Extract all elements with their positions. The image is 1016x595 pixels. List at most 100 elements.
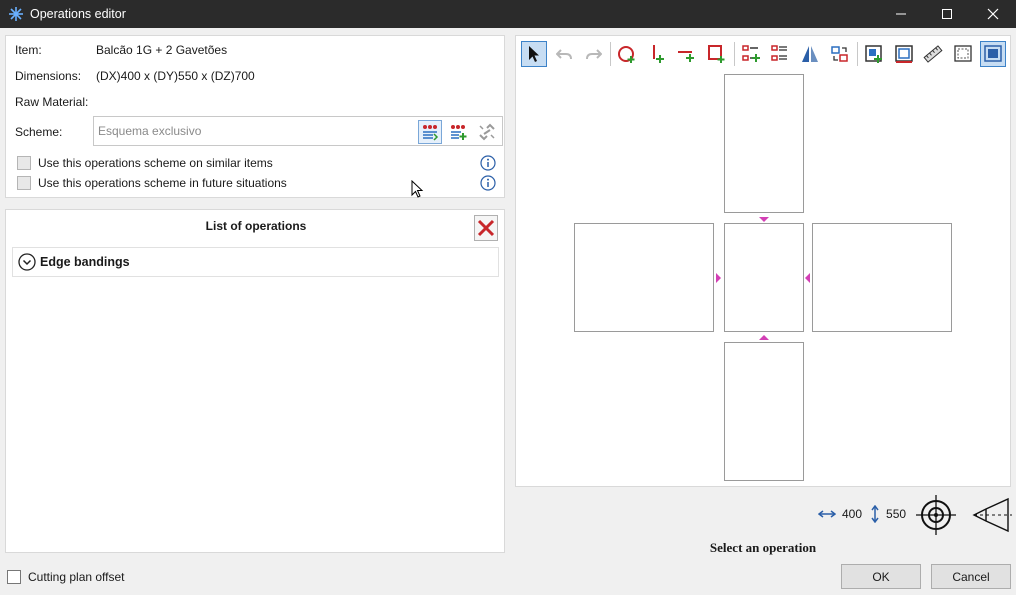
face-center[interactable] (724, 223, 804, 332)
operation-group-edge-bandings[interactable]: Edge bandings (12, 247, 499, 277)
chevron-down-icon[interactable] (18, 253, 36, 271)
minimize-icon (896, 13, 906, 15)
item-value: Balcão 1G + 2 Gavetões (96, 43, 228, 57)
panel-frame-button[interactable] (891, 41, 917, 67)
canvas-toolbar (521, 41, 1011, 67)
select-arrow-icon (529, 46, 539, 62)
item-label: Item: (15, 43, 42, 57)
ok-button[interactable]: OK (841, 564, 921, 589)
list-settings-button[interactable] (767, 41, 793, 67)
edge-marker-bottom (759, 335, 769, 340)
select-tool-button[interactable] (521, 41, 547, 67)
app-icon (8, 6, 24, 22)
undo-icon (555, 49, 572, 60)
height-value: 550 (886, 507, 907, 521)
add-circle-button[interactable] (614, 41, 640, 67)
info-icon[interactable] (480, 175, 496, 191)
scheme-label: Scheme: (15, 125, 63, 139)
future-situations-option[interactable]: Use this operations scheme in future sit… (17, 176, 287, 190)
face-bottom[interactable] (724, 342, 804, 481)
remove-operation-button[interactable] (474, 215, 498, 241)
more-tools-button[interactable] (1010, 41, 1011, 67)
horizontal-dimension-icon (818, 510, 836, 518)
status-message: Select an operation (709, 540, 817, 555)
fit-frame-icon (984, 45, 1002, 62)
dimensions-label: Dimensions: (15, 69, 82, 83)
dimensions-readout: 400 550 (818, 505, 906, 523)
add-list-icon (741, 45, 760, 62)
ruler-button[interactable] (920, 41, 946, 67)
add-horizontal-cut-button[interactable] (674, 41, 700, 67)
add-vertical-cut-icon (653, 45, 665, 63)
scheme-select-button[interactable] (418, 120, 442, 144)
perspective-icon[interactable] (972, 495, 1012, 535)
swap-faces-button[interactable] (827, 41, 853, 67)
swap-faces-icon (831, 46, 848, 62)
info-icon[interactable] (480, 155, 496, 171)
mirror-icon (802, 46, 819, 62)
maximize-icon (942, 9, 952, 19)
operations-title: List of operations (205, 219, 307, 233)
toolbar-separator (733, 42, 735, 66)
similar-items-option[interactable]: Use this operations scheme on similar it… (17, 156, 273, 170)
cutting-plan-checkbox[interactable] (7, 570, 21, 584)
operations-panel: List of operations Edge bandings (5, 209, 505, 553)
future-situations-checkbox[interactable] (17, 176, 31, 190)
red-x-icon (477, 219, 495, 237)
scheme-field (93, 116, 503, 146)
edge-marker-top (759, 217, 769, 222)
add-panel-icon (865, 45, 882, 63)
add-rectangle-icon (707, 45, 725, 63)
close-button[interactable] (970, 0, 1016, 28)
face-right[interactable] (812, 223, 952, 332)
scheme-add-button[interactable] (446, 120, 470, 144)
item-info-panel: Item: Balcão 1G + 2 Gavetões Dimensions:… (5, 35, 505, 198)
width-value: 400 (842, 507, 863, 521)
face-top[interactable] (724, 74, 804, 213)
cutting-plan-option[interactable]: Cutting plan offset (7, 570, 125, 584)
preview-canvas[interactable] (515, 35, 1011, 487)
future-situations-label: Use this operations scheme in future sit… (38, 176, 287, 190)
toolbar-separator (610, 42, 612, 66)
vertical-dimension-icon (871, 505, 879, 523)
add-horizontal-cut-icon (677, 51, 694, 62)
mirror-button[interactable] (797, 41, 823, 67)
fit-frame-button[interactable] (979, 41, 1006, 67)
window-title: Operations editor (30, 7, 126, 21)
add-panel-button[interactable] (861, 41, 887, 67)
redo-button[interactable] (581, 41, 607, 67)
minimize-button[interactable] (878, 0, 924, 28)
unlink-icon (479, 123, 495, 141)
add-circle-icon (618, 46, 635, 63)
scheme-list-icon (423, 125, 439, 141)
raw-material-label: Raw Material: (15, 95, 89, 109)
mouse-cursor-icon (411, 180, 424, 198)
add-list-button[interactable] (738, 41, 764, 67)
add-vertical-cut-button[interactable] (644, 41, 670, 67)
dashed-frame-icon (954, 45, 972, 62)
crosshair-icon[interactable] (916, 495, 956, 535)
cancel-button[interactable]: Cancel (931, 564, 1011, 589)
scheme-input[interactable] (94, 117, 414, 145)
toolbar-separator (856, 42, 858, 66)
scheme-add-icon (451, 125, 467, 140)
undo-button[interactable] (551, 41, 577, 67)
similar-items-label: Use this operations scheme on similar it… (38, 156, 273, 170)
maximize-button[interactable] (924, 0, 970, 28)
dimensions-value: (DX)400 x (DY)550 x (DZ)700 (96, 69, 255, 83)
scheme-unlink-button[interactable] (475, 120, 499, 144)
similar-items-checkbox[interactable] (17, 156, 31, 170)
dashed-frame-button[interactable] (950, 41, 976, 67)
cutting-plan-label: Cutting plan offset (28, 570, 125, 584)
close-icon (987, 8, 999, 20)
title-bar: Operations editor (0, 0, 1016, 28)
add-rectangle-button[interactable] (704, 41, 730, 67)
face-left[interactable] (574, 223, 714, 332)
edge-marker-right (805, 273, 810, 283)
ruler-icon (923, 45, 943, 63)
panel-frame-icon (894, 45, 913, 63)
operation-group-label: Edge bandings (40, 255, 130, 269)
redo-icon (585, 49, 602, 60)
list-settings-icon (771, 45, 788, 61)
edge-marker-left (716, 273, 721, 283)
